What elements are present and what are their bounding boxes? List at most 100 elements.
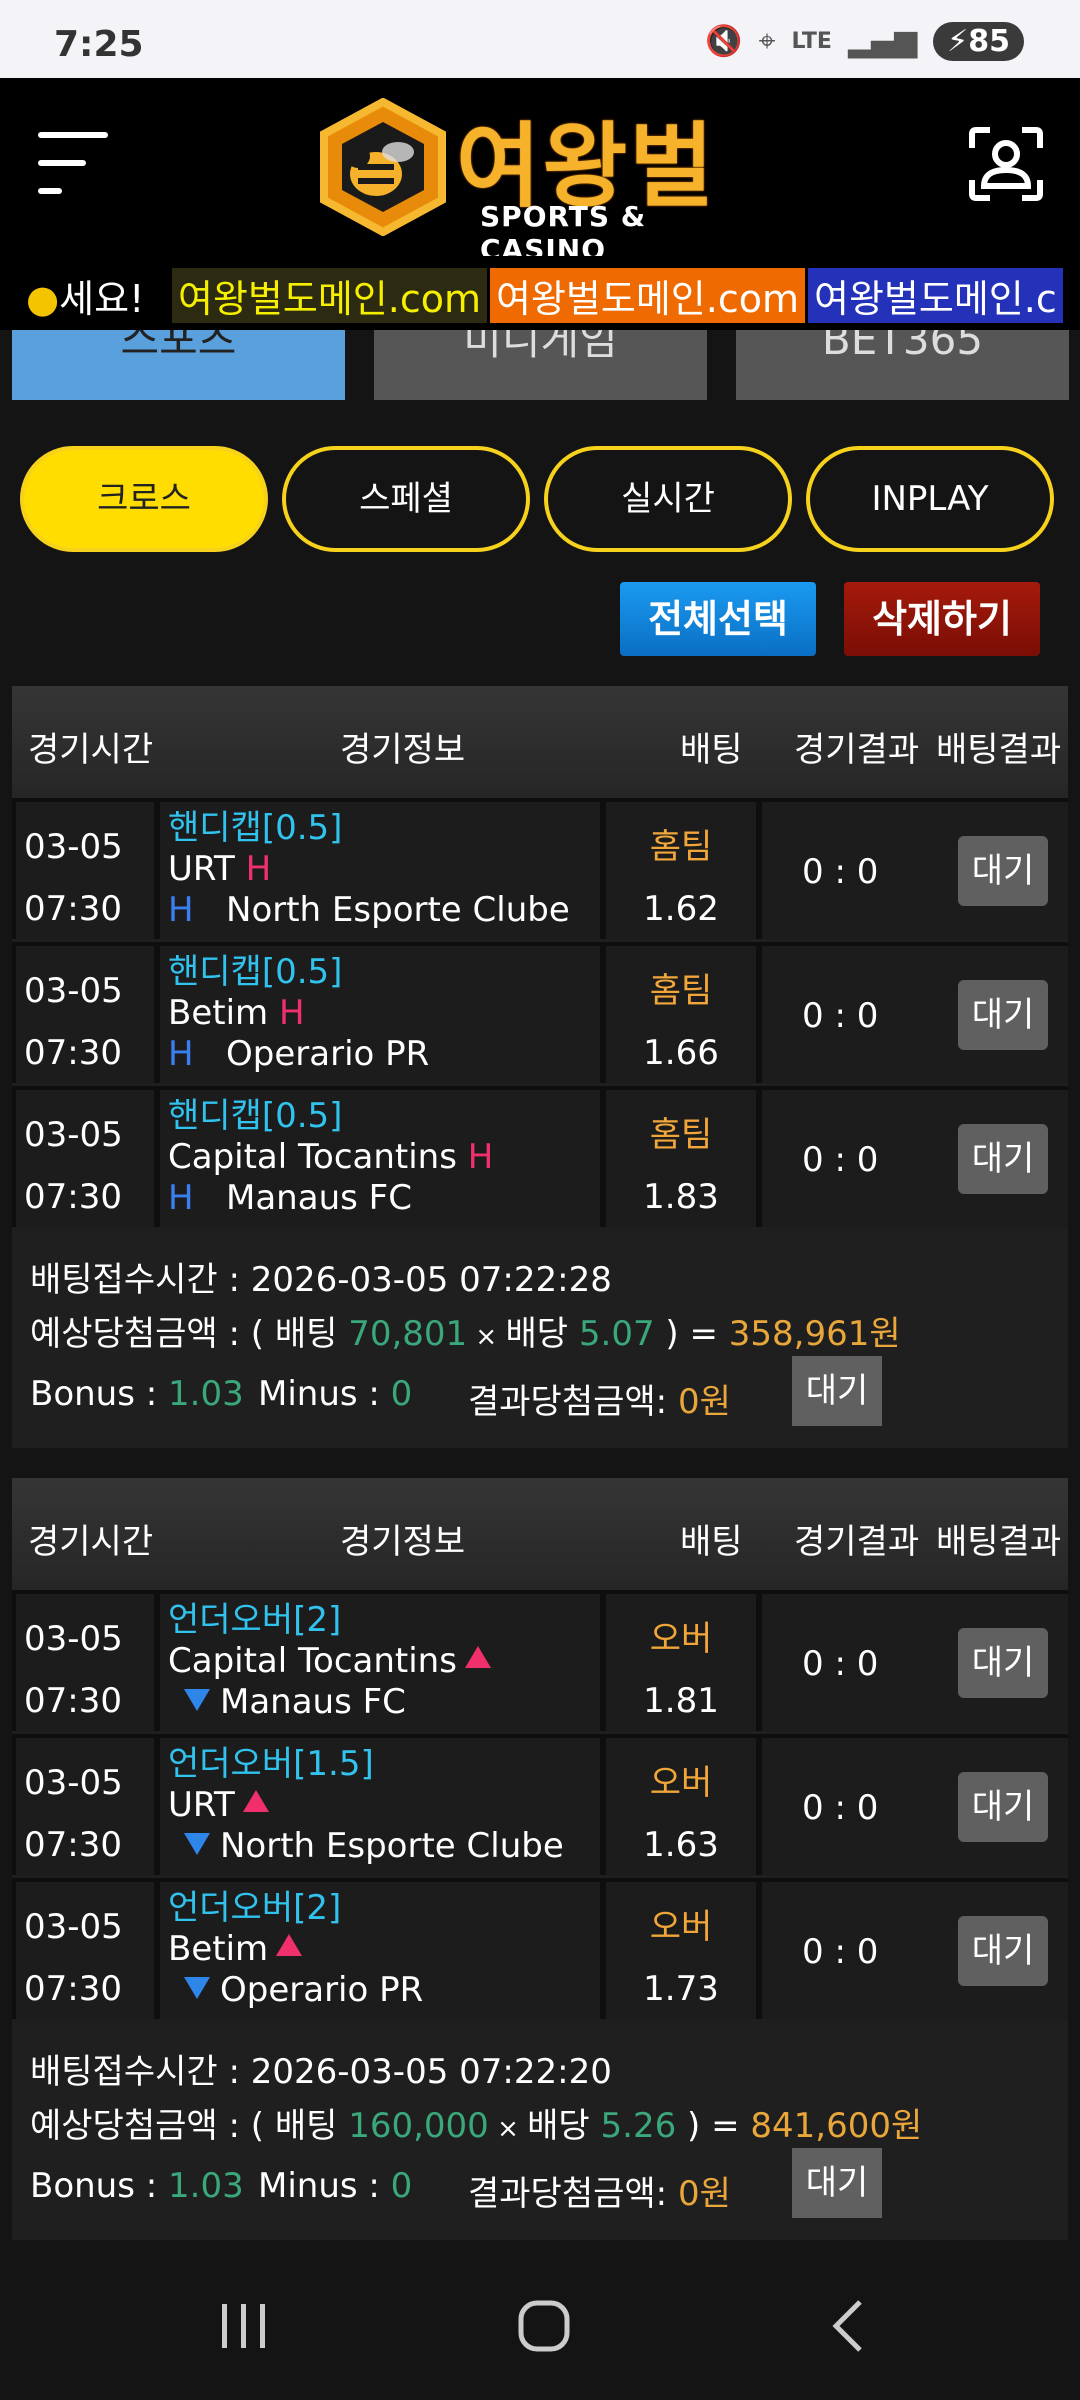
match-datetime: 03-05 07:30 — [16, 1882, 154, 2019]
back-icon[interactable] — [826, 2298, 870, 2354]
under-down-arrow-icon — [184, 1977, 210, 1999]
away-team: Manaus FC — [220, 1682, 406, 1722]
home-handicap-marker: H — [278, 993, 305, 1033]
ticker-item[interactable]: 여왕벌도메인.com — [490, 268, 805, 323]
recent-apps-icon[interactable] — [216, 2302, 272, 2352]
match-score: 0 : 0 — [802, 852, 879, 892]
expected-payout-line: 예상당첨금액 : ( 배팅 160,000 × 배당 5.26 ) = 841,… — [30, 2106, 923, 2146]
home-team: URT — [168, 849, 235, 889]
under-down-arrow-icon — [184, 1689, 210, 1711]
result-cell: 0 : 0 대기 — [762, 946, 1068, 1083]
slip-status-badge[interactable]: 대기 — [792, 2148, 882, 2218]
tab-minigame[interactable]: 미니게임 — [374, 330, 707, 400]
accept-time-line: 배팅접수시간 : 2026-03-05 07:22:28 — [30, 1260, 612, 1300]
table-row: 03-05 07:30 언더오버[1.5] URT North Esporte C… — [12, 1734, 1068, 1875]
header-match-result: 경기결과 — [794, 1522, 920, 1562]
status-badge[interactable]: 대기 — [958, 1628, 1048, 1698]
match-score: 0 : 0 — [802, 1140, 879, 1180]
match-score: 0 : 0 — [802, 1644, 879, 1684]
match-datetime: 03-05 07:30 — [16, 1090, 154, 1227]
select-all-button[interactable]: 전체선택 — [620, 582, 816, 656]
bet-pick: 홈팀 1.83 — [606, 1090, 756, 1227]
pill-live[interactable]: 실시간 — [544, 446, 792, 552]
location-icon: ⌖ — [758, 24, 776, 59]
match-datetime: 03-05 07:30 — [16, 1738, 154, 1875]
slip-summary: 배팅접수시간 : 2026-03-05 07:22:28 예상당첨금액 : ( … — [12, 1230, 1068, 1448]
away-handicap-marker: H — [168, 890, 194, 930]
result-amount-line: 결과당첨금액: 0원 — [468, 1382, 731, 1422]
battery-indicator: ⚡85 — [933, 22, 1024, 61]
result-cell: 0 : 0 대기 — [762, 1738, 1068, 1875]
menu-icon[interactable] — [38, 132, 108, 194]
pill-special[interactable]: 스페셜 — [282, 446, 530, 552]
ticker-item[interactable]: 여왕벌도메인.c — [808, 268, 1063, 323]
system-nav-bar — [0, 2254, 1080, 2400]
match-info: 언더오버[2] Betim Operario PR — [160, 1882, 600, 2019]
home-team: Capital Tocantins — [168, 1641, 457, 1681]
tab-sports[interactable]: 스포츠 — [12, 330, 345, 400]
network-label: LTE — [791, 29, 832, 54]
over-up-arrow-icon — [464, 1646, 491, 1668]
header-bet-result: 배팅결과 — [936, 1522, 1062, 1562]
brand-logo[interactable]: 여왕벌 SPORTS & CASINO — [318, 92, 768, 266]
header-bet-result: 배팅결과 — [936, 730, 1062, 770]
match-score: 0 : 0 — [802, 1932, 879, 1972]
home-handicap-marker: H — [245, 849, 272, 889]
status-icons: 🔇 ⌖ LTE ▂▄▆ ⚡85 — [705, 22, 1024, 61]
bet-pick: 홈팀 1.62 — [606, 802, 756, 939]
bee-logo-icon — [320, 98, 446, 236]
match-info: 핸디캡[0.5] Betim H H Operario PR — [160, 946, 600, 1083]
bonus-line: Bonus : 1.03 — [30, 2166, 244, 2206]
slip-status-badge[interactable]: 대기 — [792, 1356, 882, 1426]
away-team: North Esporte Clube — [226, 890, 570, 930]
result-cell: 0 : 0 대기 — [762, 1594, 1068, 1731]
accept-time-line: 배팅접수시간 : 2026-03-05 07:22:20 — [30, 2052, 612, 2092]
category-tabs: 스포츠 미니게임 BET365 — [0, 330, 1080, 404]
table-row: 03-05 07:30 핸디캡[0.5] Betim H H Operario P… — [12, 942, 1068, 1083]
home-team: Betim — [168, 1929, 269, 1969]
status-time: 7:25 — [54, 24, 144, 65]
status-badge[interactable]: 대기 — [958, 1916, 1048, 1986]
market-label: 언더오버[2] — [168, 1600, 342, 1640]
bet-pick: 홈팀 1.66 — [606, 946, 756, 1083]
status-badge[interactable]: 대기 — [958, 1772, 1048, 1842]
bet-pick: 오버 1.81 — [606, 1594, 756, 1731]
pill-cross[interactable]: 크로스 — [20, 446, 268, 552]
bet-slip: 경기시간 경기정보 배팅 경기결과 배팅결과 03-05 07:30 언더오버[2… — [12, 1478, 1068, 2240]
minus-line: Minus : 0 — [258, 1374, 413, 1414]
battery-level: 85 — [968, 24, 1010, 59]
status-badge[interactable]: 대기 — [958, 980, 1048, 1050]
status-badge[interactable]: 대기 — [958, 836, 1048, 906]
header-match-time: 경기시간 — [28, 730, 154, 770]
notice-ticker: ●세요! 여왕벌도메인.com 여왕벌도메인.com 여왕벌도메인.c — [0, 256, 1080, 330]
ticker-lead: ●세요! — [26, 277, 145, 321]
pill-inplay[interactable]: INPLAY — [806, 446, 1054, 552]
result-amount-line: 결과당첨금액: 0원 — [468, 2174, 731, 2214]
over-up-arrow-icon — [242, 1790, 269, 1812]
away-team: Operario PR — [226, 1034, 430, 1074]
home-team: Betim — [168, 993, 269, 1033]
table-row: 03-05 07:30 핸디캡[0.5] URT H H North Esport… — [12, 798, 1068, 939]
away-team: Manaus FC — [226, 1178, 412, 1218]
home-team: Capital Tocantins — [168, 1137, 457, 1177]
home-icon[interactable] — [516, 2298, 572, 2354]
profile-scan-icon[interactable] — [966, 124, 1046, 204]
market-label: 언더오버[1.5] — [168, 1744, 374, 1784]
match-datetime: 03-05 07:30 — [16, 946, 154, 1083]
minus-line: Minus : 0 — [258, 2166, 413, 2206]
status-badge[interactable]: 대기 — [958, 1124, 1048, 1194]
tab-bet365[interactable]: BET365 — [736, 330, 1069, 400]
bonus-line: Bonus : 1.03 — [30, 1374, 244, 1414]
match-datetime: 03-05 07:30 — [16, 802, 154, 939]
slip-summary: 배팅접수시간 : 2026-03-05 07:22:20 예상당첨금액 : ( … — [12, 2022, 1068, 2240]
match-score: 0 : 0 — [802, 1788, 879, 1828]
match-score: 0 : 0 — [802, 996, 879, 1036]
ticker-item[interactable]: 여왕벌도메인.com — [172, 268, 487, 323]
match-info: 핸디캡[0.5] Capital Tocantins H H Manaus FC — [160, 1090, 600, 1227]
app-header: 여왕벌 SPORTS & CASINO — [0, 78, 1080, 266]
match-info: 언더오버[2] Capital Tocantins Manaus FC — [160, 1594, 600, 1731]
market-label: 언더오버[2] — [168, 1888, 342, 1928]
match-info: 언더오버[1.5] URT North Esporte Clube — [160, 1738, 600, 1875]
delete-button[interactable]: 삭제하기 — [844, 582, 1040, 656]
bet-pick: 오버 1.73 — [606, 1882, 756, 2019]
